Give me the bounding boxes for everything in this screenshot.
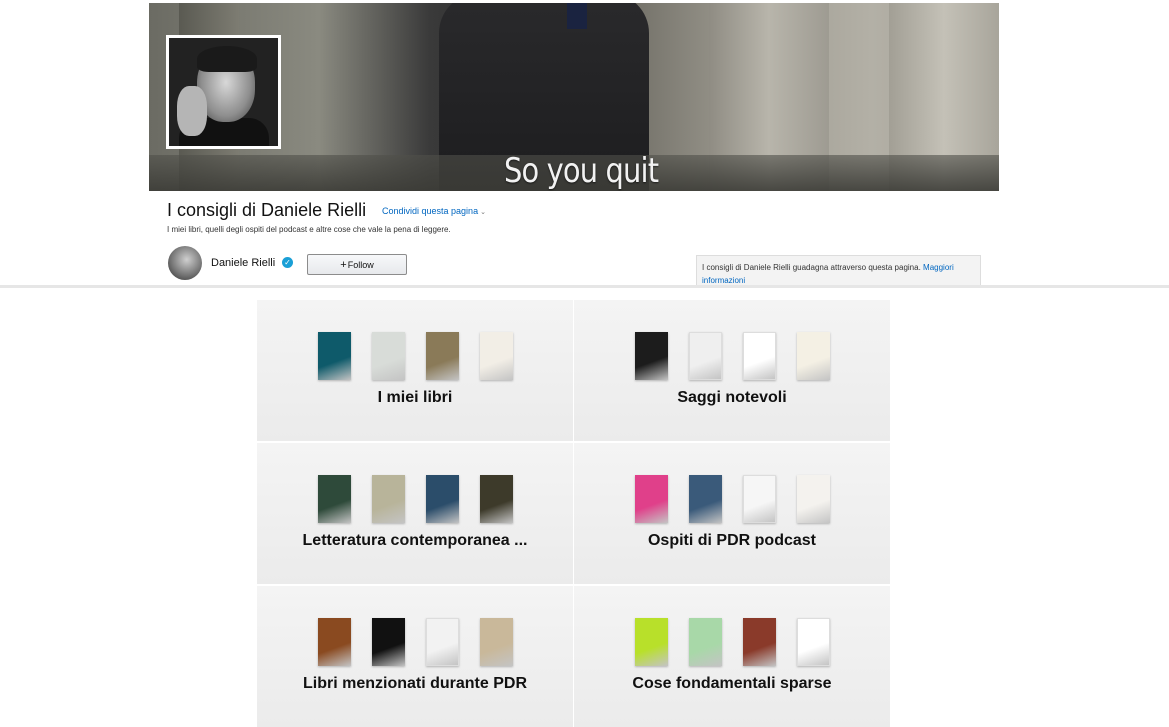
list-tile[interactable]: Cose fondamentali sparse: [574, 586, 890, 727]
book-cover[interactable]: [371, 475, 405, 523]
header-divider: [0, 285, 1169, 288]
list-title[interactable]: Ospiti di PDR podcast: [574, 532, 890, 550]
list-title[interactable]: Libri menzionati durante PDR: [257, 675, 573, 693]
disclosure-text: I consigli di Daniele Rielli guadagna at…: [702, 263, 921, 272]
book-cover[interactable]: [742, 618, 776, 666]
verified-check-icon: ✓: [282, 257, 293, 268]
book-cover[interactable]: [425, 475, 459, 523]
book-cover[interactable]: [742, 332, 776, 380]
author-avatar[interactable]: [168, 246, 202, 280]
earnings-disclosure: I consigli di Daniele Rielli guadagna at…: [696, 255, 981, 287]
book-cover[interactable]: [742, 475, 776, 523]
share-page-label[interactable]: Condividi questa pagina: [382, 206, 478, 216]
book-cover[interactable]: [317, 618, 351, 666]
book-cover[interactable]: [796, 332, 830, 380]
list-tile[interactable]: I miei libri: [257, 300, 573, 441]
book-cover[interactable]: [425, 618, 459, 666]
page-subtitle: I miei libri, quelli degli ospiti del po…: [167, 225, 451, 234]
cover-row: [257, 332, 573, 380]
book-cover[interactable]: [688, 618, 722, 666]
list-tile[interactable]: Libri menzionati durante PDR: [257, 586, 573, 727]
book-cover[interactable]: [371, 332, 405, 380]
list-title[interactable]: I miei libri: [257, 389, 573, 407]
list-tile[interactable]: Ospiti di PDR podcast: [574, 443, 890, 584]
book-cover[interactable]: [688, 475, 722, 523]
follow-button[interactable]: + Follow: [307, 254, 407, 275]
share-page-link[interactable]: Condividi questa pagina ⌄: [382, 206, 486, 216]
book-cover[interactable]: [688, 332, 722, 380]
cover-row: [574, 332, 890, 380]
cover-row: [257, 475, 573, 523]
list-tile[interactable]: Saggi notevoli: [574, 300, 890, 441]
book-cover[interactable]: [634, 618, 668, 666]
book-cover[interactable]: [796, 618, 830, 666]
book-cover[interactable]: [796, 475, 830, 523]
cover-row: [574, 475, 890, 523]
book-cover[interactable]: [479, 475, 513, 523]
book-cover[interactable]: [479, 618, 513, 666]
book-cover[interactable]: [479, 332, 513, 380]
book-cover[interactable]: [634, 332, 668, 380]
author-name[interactable]: Daniele Rielli: [211, 257, 275, 269]
cover-row: [257, 618, 573, 666]
book-cover[interactable]: [371, 618, 405, 666]
banner-caption: So you quit: [504, 151, 659, 191]
profile-picture: [166, 35, 281, 149]
list-title[interactable]: Cose fondamentali sparse: [574, 675, 890, 693]
page-title: I consigli di Daniele Rielli: [167, 200, 367, 220]
cover-row: [574, 618, 890, 666]
banner-tie: [567, 3, 587, 29]
list-tile[interactable]: Letteratura contemporanea ...: [257, 443, 573, 584]
plus-icon: +: [340, 258, 347, 271]
book-cover[interactable]: [425, 332, 459, 380]
list-title[interactable]: Saggi notevoli: [574, 389, 890, 407]
list-grid: I miei libri Saggi notevoli Letteratura …: [257, 300, 890, 727]
chevron-down-icon[interactable]: ⌄: [480, 209, 486, 216]
book-cover[interactable]: [317, 332, 351, 380]
list-title[interactable]: Letteratura contemporanea ...: [257, 532, 573, 550]
follow-label: Follow: [347, 259, 374, 270]
book-cover[interactable]: [634, 475, 668, 523]
book-cover[interactable]: [317, 475, 351, 523]
